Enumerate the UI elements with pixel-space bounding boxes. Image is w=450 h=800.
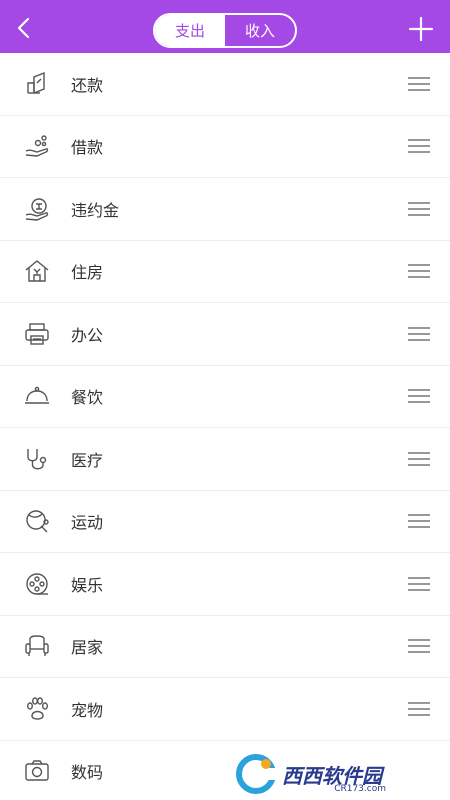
- category-label: 违约金: [71, 200, 120, 220]
- category-label: 办公: [71, 325, 104, 345]
- drag-handle-icon[interactable]: [408, 388, 430, 404]
- category-label: 还款: [71, 75, 104, 95]
- drag-handle-icon[interactable]: [408, 138, 430, 154]
- pingpong-icon: [26, 510, 49, 533]
- category-row-penalty[interactable]: 违约金: [0, 178, 450, 241]
- camera-icon: [25, 760, 49, 781]
- category-label: 借款: [71, 138, 104, 158]
- category-label: 居家: [71, 638, 104, 658]
- drag-handle-icon[interactable]: [408, 513, 430, 529]
- drag-handle-icon[interactable]: [408, 638, 430, 654]
- category-row-office[interactable]: 办公: [0, 303, 450, 366]
- category-row-digital[interactable]: 数码: [0, 741, 450, 800]
- category-label: 娱乐: [71, 575, 104, 595]
- category-row-medical[interactable]: 医疗: [0, 428, 450, 491]
- category-row-dining[interactable]: 餐饮: [0, 366, 450, 428]
- printer-icon: [25, 323, 49, 345]
- drag-handle-icon[interactable]: [408, 263, 430, 279]
- category-label: 运动: [71, 513, 104, 533]
- dish-icon: [25, 386, 49, 404]
- tab-income[interactable]: 收入: [225, 15, 295, 46]
- category-row-pet[interactable]: 宠物: [0, 678, 450, 741]
- borrow-icon: [25, 135, 49, 157]
- type-switch: 支出 收入: [153, 13, 297, 48]
- top-bar: 支出 收入: [0, 0, 450, 53]
- category-row-repay[interactable]: 还款: [0, 53, 450, 116]
- category-row-sports[interactable]: 运动: [0, 491, 450, 553]
- paw-icon: [27, 697, 49, 720]
- house-icon: [25, 260, 49, 282]
- category-label: 住房: [71, 263, 104, 283]
- drag-handle-icon[interactable]: [408, 576, 430, 592]
- drag-handle-icon[interactable]: [408, 76, 430, 92]
- category-row-borrow[interactable]: 借款: [0, 116, 450, 178]
- category-row-house[interactable]: 住房: [0, 241, 450, 303]
- category-label: 医疗: [71, 450, 104, 470]
- film-reel-icon: [26, 573, 48, 595]
- plus-icon[interactable]: [408, 16, 434, 42]
- category-label: 宠物: [71, 700, 104, 720]
- stethoscope-icon: [27, 448, 47, 470]
- drag-handle-icon[interactable]: [408, 451, 430, 467]
- tab-expense[interactable]: 支出: [155, 15, 225, 46]
- category-row-entertainment[interactable]: 娱乐: [0, 553, 450, 616]
- penalty-icon: [25, 198, 49, 221]
- back-arrow-icon[interactable]: [10, 14, 38, 42]
- category-row-home[interactable]: 居家: [0, 616, 450, 678]
- category-label: 餐饮: [71, 388, 104, 408]
- armchair-icon: [25, 635, 49, 657]
- drag-handle-icon[interactable]: [408, 701, 430, 717]
- drag-handle-icon[interactable]: [408, 326, 430, 342]
- category-label: 数码: [71, 763, 104, 783]
- drag-handle-icon[interactable]: [408, 201, 430, 217]
- repay-icon: [27, 71, 45, 94]
- category-list: 还款 借款 违约金 住房 办公 餐饮 医疗 运动 娱乐 居家 宠物 数码: [0, 53, 450, 800]
